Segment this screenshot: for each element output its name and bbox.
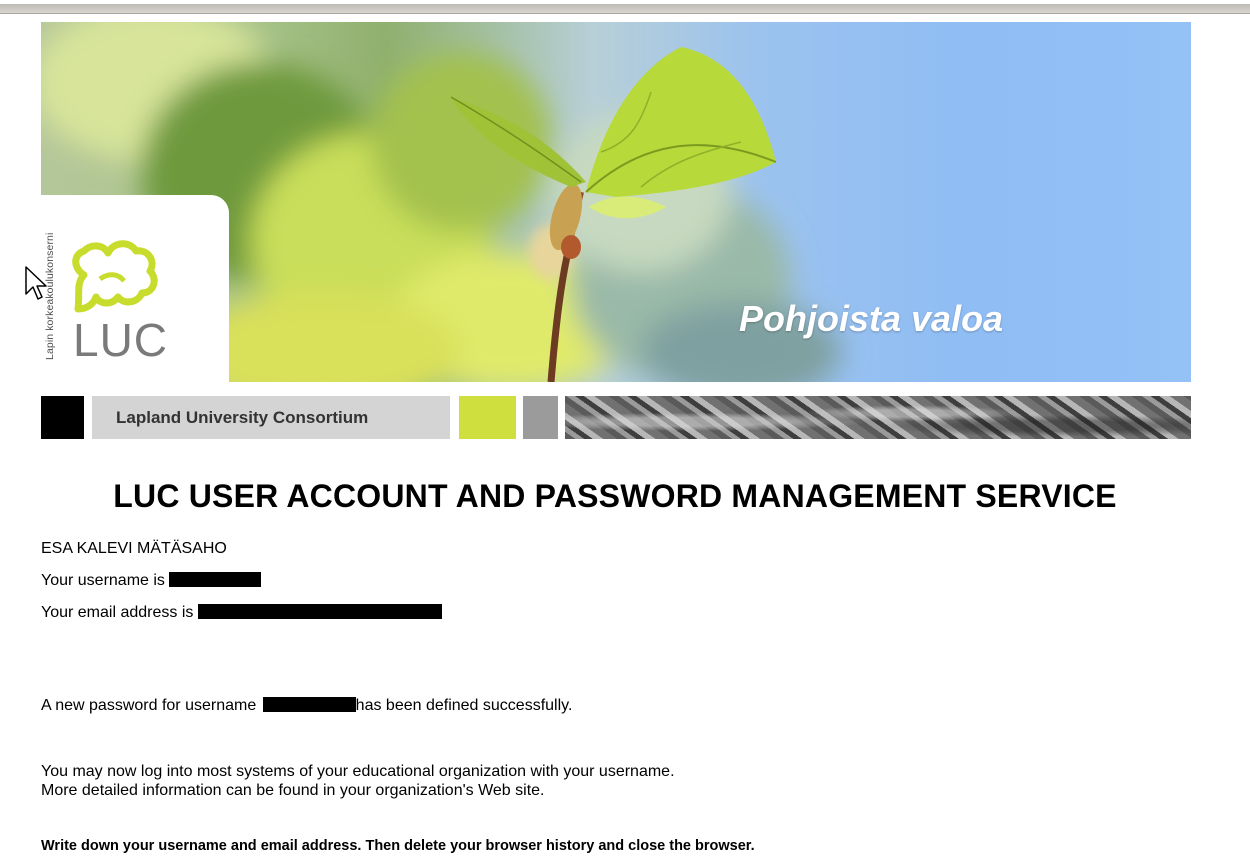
username-redacted bbox=[169, 572, 262, 587]
instruction-text: Write down your username and email addre… bbox=[41, 838, 755, 854]
browser-top-bar bbox=[0, 0, 1250, 22]
strip-rock-photo bbox=[565, 396, 1191, 439]
email-redacted bbox=[197, 604, 442, 619]
header-banner: Pohjoista valoa bbox=[41, 22, 1191, 382]
strip-green-block bbox=[459, 396, 516, 439]
success-prefix: A new password for username bbox=[41, 697, 257, 714]
mouse-cursor-icon bbox=[25, 266, 47, 300]
username-line: Your username is bbox=[41, 572, 262, 590]
email-prefix: Your email address is bbox=[41, 604, 194, 621]
page-title: LUC USER ACCOUNT AND PASSWORD MANAGEMENT… bbox=[113, 478, 1117, 514]
success-message: A new password for username has been def… bbox=[41, 697, 572, 715]
username-prefix: Your username is bbox=[41, 572, 165, 589]
consortium-name: Lapland University Consortium bbox=[116, 407, 369, 427]
logo-wordmark: LUC bbox=[73, 314, 169, 366]
success-suffix: has been defined successfully. bbox=[355, 697, 573, 714]
strip-black-block bbox=[41, 396, 84, 439]
email-line: Your email address is bbox=[41, 604, 442, 622]
browser-frame-strip bbox=[0, 4, 1250, 14]
info-line-2: More detailed information can be found i… bbox=[41, 782, 545, 799]
strip-grey-block bbox=[523, 396, 558, 439]
consortium-name-bar: Lapland University Consortium bbox=[92, 396, 450, 439]
luc-leaf-icon bbox=[72, 240, 158, 313]
info-line-1: You may now log into most systems of you… bbox=[41, 763, 675, 780]
banner-slogan: Pohjoista valoa bbox=[739, 298, 1004, 339]
username-redacted-2 bbox=[262, 697, 356, 712]
user-full-name: ESA KALEVI MÄTÄSAHO bbox=[41, 540, 227, 557]
